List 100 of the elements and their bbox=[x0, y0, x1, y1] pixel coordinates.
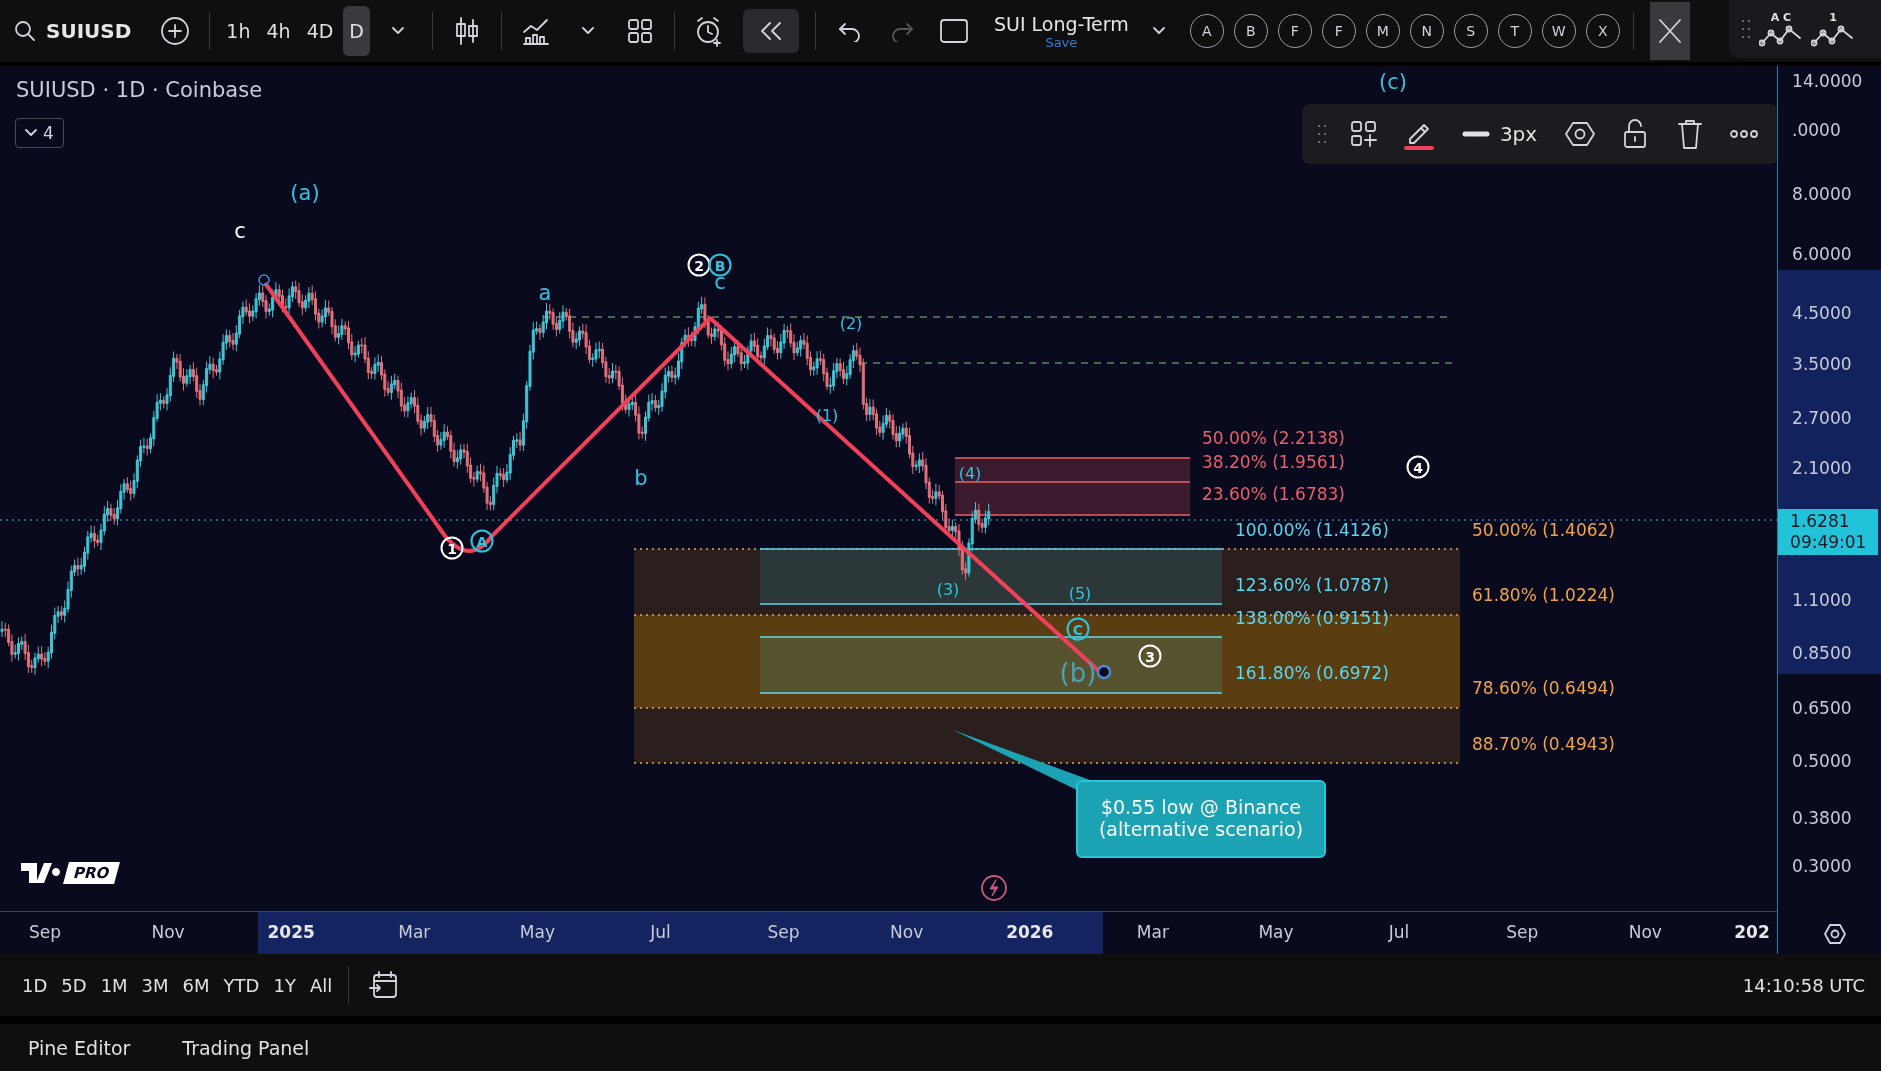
price-axis-label: 6.0000 bbox=[1792, 244, 1852, 264]
fib-level-label: 50.00% (1.4062) bbox=[1472, 520, 1615, 540]
time-axis-label: Nov bbox=[151, 922, 185, 943]
settings-icon bbox=[1823, 922, 1847, 946]
range-button[interactable]: 1D bbox=[16, 970, 54, 1000]
range-button[interactable]: YTD bbox=[217, 970, 266, 1000]
circled-wave-label[interactable]: 2 bbox=[687, 253, 711, 277]
settings-icon bbox=[1565, 119, 1595, 149]
circled-wave-label[interactable]: 1 bbox=[440, 536, 464, 560]
wave-label[interactable]: c bbox=[234, 220, 246, 242]
fib-extension-zone[interactable] bbox=[759, 548, 1223, 694]
rewind-icon bbox=[758, 20, 784, 42]
wave-tool-button[interactable]: 1 bbox=[1811, 11, 1855, 47]
grid-icon bbox=[627, 18, 653, 44]
symbol-search-button[interactable]: SUIUSD bbox=[0, 7, 150, 55]
wave-label[interactable]: (4) bbox=[958, 466, 982, 482]
wave-label[interactable]: a bbox=[538, 282, 552, 304]
time-axis-label: 202 bbox=[1734, 922, 1770, 943]
circled-wave-label[interactable]: 3 bbox=[1138, 644, 1162, 668]
layout-name: SUI Long-Term bbox=[994, 12, 1129, 35]
trash-icon bbox=[1676, 118, 1703, 150]
price-axis-label: 8.0000 bbox=[1792, 184, 1852, 204]
fib-level-label: 38.20% (1.9561) bbox=[1202, 452, 1345, 472]
line-icon bbox=[1461, 130, 1490, 138]
time-axis-label: Sep bbox=[767, 922, 800, 943]
circled-wave-label[interactable]: 4 bbox=[1406, 455, 1430, 479]
wave-label[interactable]: (3) bbox=[936, 582, 960, 598]
close-panel-button[interactable] bbox=[1649, 2, 1690, 60]
wave-label[interactable]: (5) bbox=[1068, 586, 1092, 602]
timezone-clock[interactable]: 14:10:58 UTC bbox=[1742, 974, 1865, 996]
wave-tool-button[interactable]: A C bbox=[1759, 11, 1803, 47]
range-button[interactable]: All bbox=[303, 970, 339, 1000]
chevron-down-icon bbox=[25, 129, 37, 137]
time-axis-label: Mar bbox=[398, 922, 431, 943]
time-axis-label: Jul bbox=[1388, 922, 1410, 943]
fib-level-label: 23.60% (1.6783) bbox=[1202, 484, 1345, 504]
price-axis-label: 1.1000 bbox=[1792, 590, 1852, 610]
save-label: Save bbox=[1045, 34, 1078, 50]
path-end-handle[interactable] bbox=[1096, 664, 1112, 680]
price-axis-label: 4.5000 bbox=[1792, 303, 1852, 323]
chart-title: SUIUSD · 1D · Coinbase bbox=[16, 78, 263, 102]
candlestick-icon bbox=[454, 16, 480, 46]
wave-label[interactable]: (c) bbox=[1379, 71, 1407, 93]
range-button[interactable]: 5D bbox=[55, 970, 93, 1000]
price-axis-label: 0.8500 bbox=[1792, 643, 1852, 663]
wave-label[interactable]: (a) bbox=[290, 182, 320, 204]
replay-button[interactable] bbox=[743, 9, 799, 53]
time-axis-label: 2025 bbox=[267, 922, 315, 943]
fib-level-label: 161.80% (0.6972) bbox=[1235, 663, 1389, 683]
range-button[interactable]: 1Y bbox=[267, 970, 302, 1000]
current-price-badge: 1.6281 09:49:01 bbox=[1778, 509, 1879, 555]
fib-retracement-box[interactable] bbox=[954, 457, 1191, 516]
time-axis-label: May bbox=[1258, 922, 1294, 943]
fib-level-label: 50.00% (2.2138) bbox=[1202, 428, 1345, 448]
range-button[interactable]: 6M bbox=[176, 970, 216, 1000]
line-width-button[interactable]: 3px bbox=[1455, 121, 1544, 147]
time-axis-label: May bbox=[519, 922, 555, 943]
circled-wave-label[interactable]: A bbox=[470, 529, 494, 553]
fib-level-label: 100.00% (1.4126) bbox=[1235, 520, 1389, 540]
time-axis-label: Sep bbox=[29, 922, 61, 943]
price-axis-label: 0.5000 bbox=[1792, 751, 1852, 771]
fib-level-label: 61.80% (1.0224) bbox=[1472, 585, 1615, 605]
wave-label[interactable]: (1) bbox=[815, 408, 839, 424]
drag-handle-icon bbox=[1741, 18, 1751, 40]
chevron-down-icon bbox=[1151, 26, 1166, 36]
fib-level-label: 138.00% (0.9151) bbox=[1235, 608, 1389, 628]
quick-tool-button[interactable]: T bbox=[1497, 14, 1532, 48]
interval-button[interactable]: 1h bbox=[220, 6, 257, 56]
range-button[interactable]: 3M bbox=[135, 970, 175, 1000]
fib-level-label: 88.70% (0.4943) bbox=[1472, 734, 1615, 754]
bar-chart-icon bbox=[521, 16, 551, 46]
time-axis-label: Mar bbox=[1136, 922, 1169, 943]
price-axis-label: .0000 bbox=[1792, 120, 1841, 140]
interval-button[interactable]: 4D bbox=[300, 6, 340, 56]
price-axis-label: 3.5000 bbox=[1792, 354, 1852, 374]
interval-button[interactable]: D bbox=[343, 6, 370, 56]
time-axis-label: Nov bbox=[890, 922, 924, 943]
circled-wave-label[interactable]: C bbox=[1066, 617, 1090, 641]
wave-label[interactable]: b bbox=[634, 467, 648, 489]
square-icon bbox=[939, 17, 969, 45]
price-axis-label: 0.3800 bbox=[1792, 808, 1852, 828]
panel-tab[interactable]: Trading Panel bbox=[170, 1031, 322, 1065]
calendar-icon bbox=[368, 970, 399, 1000]
plus-icon bbox=[160, 16, 191, 46]
price-axis-label: 2.7000 bbox=[1792, 408, 1852, 428]
wave-label[interactable]: (2) bbox=[839, 316, 863, 332]
unlock-icon bbox=[1621, 118, 1648, 150]
panel-tab[interactable]: Pine Editor bbox=[16, 1031, 143, 1065]
layout-name-button[interactable]: SUI Long-Term Save bbox=[990, 12, 1133, 50]
time-axis-label: Nov bbox=[1628, 922, 1662, 943]
interval-button[interactable]: 4h bbox=[260, 6, 297, 56]
grid-plus-icon bbox=[1350, 120, 1379, 148]
range-button[interactable]: 1M bbox=[94, 970, 134, 1000]
path-start-handle[interactable] bbox=[258, 274, 270, 286]
time-axis-label: 2026 bbox=[1006, 922, 1054, 943]
circled-wave-label[interactable]: B bbox=[708, 253, 732, 277]
time-axis-label: Sep bbox=[1506, 922, 1539, 943]
redo-icon bbox=[889, 20, 915, 42]
indicators-collapse-button[interactable]: 4 bbox=[15, 118, 64, 148]
undo-icon bbox=[837, 20, 863, 42]
